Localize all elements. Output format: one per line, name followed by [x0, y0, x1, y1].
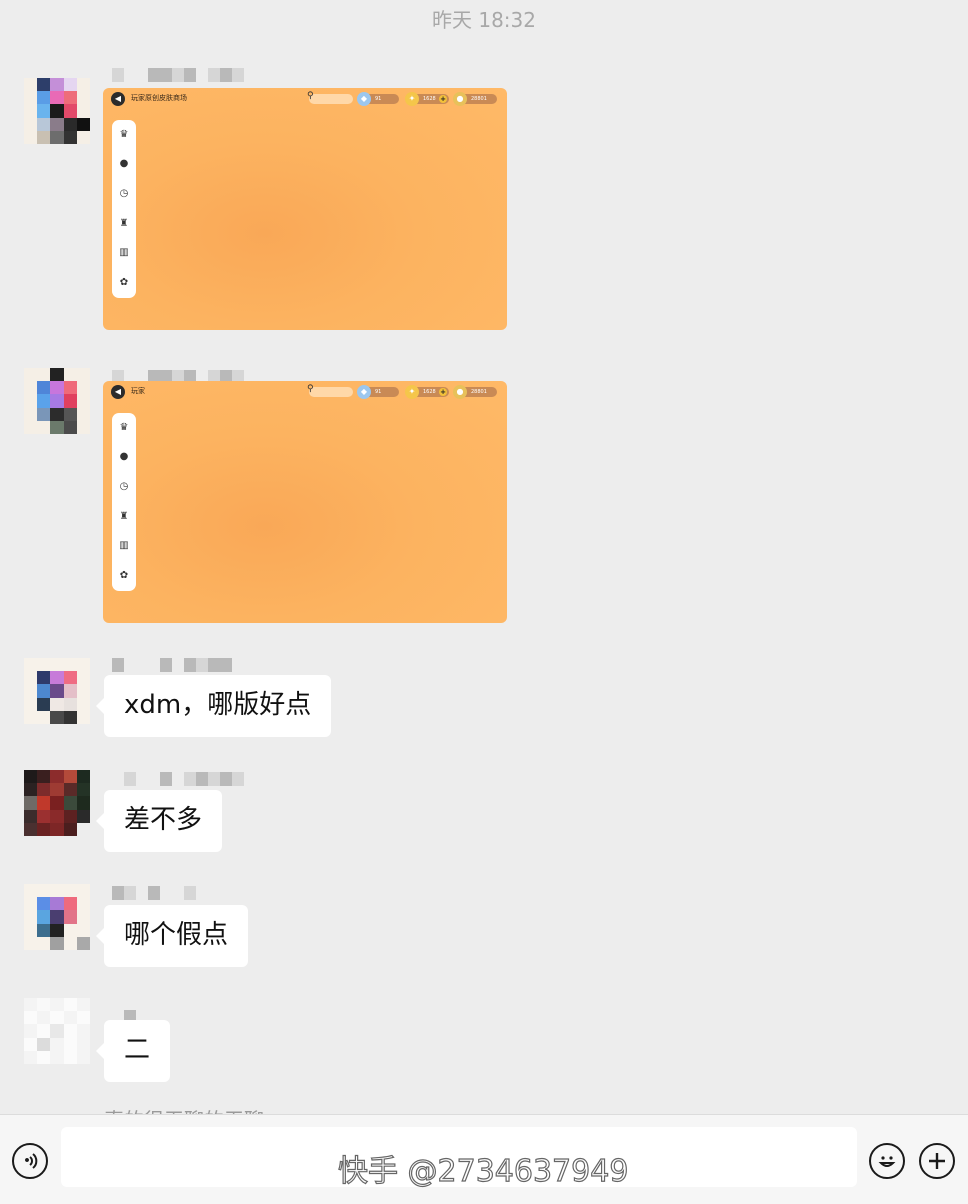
voice-icon[interactable] — [12, 1143, 48, 1179]
bottle-icon: ♜ — [119, 510, 129, 522]
currency-a-value: 91 — [375, 389, 382, 395]
bomb-icon: ● — [119, 451, 129, 463]
token-icon: ● — [453, 92, 467, 106]
gift-icon: ♛ — [119, 128, 129, 140]
game-topbar: ◀ 玩家原创皮肤商场 ⚲ ◆ 91 ✦ 1628 + ● 28801 — [109, 91, 497, 106]
cage-icon: ▥ — [119, 540, 129, 552]
search-icon: ⚲ — [307, 91, 314, 101]
avatar[interactable] — [24, 998, 90, 1064]
candy-icon: ✿ — [119, 277, 129, 289]
candy-icon: ✿ — [119, 570, 129, 582]
bomb-icon: ● — [119, 158, 129, 170]
gift-icon: ♛ — [119, 421, 129, 433]
sender-name — [112, 772, 244, 790]
sender-name — [112, 658, 244, 676]
message-bubble[interactable]: 差不多 — [95, 790, 223, 852]
currency-c-value: 28801 — [471, 96, 487, 102]
coin-icon: ✦ — [405, 385, 419, 399]
currency-c-value: 28801 — [471, 389, 487, 395]
currency-b-value: 1628 — [423, 96, 436, 102]
emoji-icon[interactable] — [869, 1143, 905, 1179]
sender-name — [112, 68, 244, 86]
game-search-box: ⚲ — [307, 384, 353, 397]
currency-pill-c: ● 28801 — [453, 92, 497, 106]
chat-timestamp: 昨天 18:32 — [432, 8, 536, 32]
avatar[interactable] — [24, 368, 90, 434]
game-screenshot-image[interactable]: ◀ 玩家原创皮肤商场 ⚲ ◆ 91 ✦ 1628 + ● 28801 ♛ ● ◷ ♜ ▥… — [103, 88, 507, 330]
currency-pill-b: ✦ 1628 + — [405, 92, 449, 106]
game-title: 玩家原创皮肤商场 — [131, 94, 187, 102]
currency-a-value: 91 — [375, 96, 382, 102]
currency-b-value: 1628 — [423, 389, 436, 395]
token-icon: ● — [453, 385, 467, 399]
clock-icon: ◷ — [119, 481, 129, 493]
avatar[interactable] — [24, 884, 90, 950]
clock-icon: ◷ — [119, 188, 129, 200]
game-sidebar: ♛ ● ◷ ♜ ▥ ✿ — [112, 120, 136, 298]
search-icon: ⚲ — [307, 384, 314, 394]
coin-icon: ✦ — [405, 92, 419, 106]
game-topbar: ◀ 玩家 ⚲ ◆ 91 ✦ 1628 + ● 28801 — [109, 384, 497, 399]
back-arrow-icon: ◀ — [111, 385, 125, 399]
game-screenshot-image[interactable]: ◀ 玩家 ⚲ ◆ 91 ✦ 1628 + ● 28801 ♛ ● ◷ ♜ ▥ ✿ — [103, 381, 507, 623]
sender-name — [112, 886, 196, 904]
watermark-text: 快手 @2734637949 — [337, 1153, 629, 1189]
gem-icon: ◆ — [357, 92, 371, 106]
currency-pill-b: ✦ 1628 + — [405, 385, 449, 399]
message-bubble[interactable]: 哪个假点 — [95, 905, 249, 967]
game-search-box: ⚲ — [307, 91, 353, 104]
message-bubble[interactable]: 二 — [95, 1020, 171, 1082]
bottle-icon: ♜ — [119, 217, 129, 229]
currency-pill-a: ◆ 91 — [357, 92, 399, 106]
game-title: 玩家 — [131, 387, 145, 395]
avatar[interactable] — [24, 78, 90, 144]
currency-pill-a: ◆ 91 — [357, 385, 399, 399]
avatar[interactable] — [24, 658, 90, 724]
game-sidebar: ♛ ● ◷ ♜ ▥ ✿ — [112, 413, 136, 591]
gem-icon: ◆ — [357, 385, 371, 399]
message-bubble[interactable]: xdm，哪版好点 — [95, 675, 332, 737]
add-icon: + — [439, 95, 447, 103]
avatar[interactable] — [24, 770, 90, 836]
add-icon: + — [439, 388, 447, 396]
back-arrow-icon: ◀ — [111, 92, 125, 106]
plus-icon[interactable] — [919, 1143, 955, 1179]
currency-pill-c: ● 28801 — [453, 385, 497, 399]
cage-icon: ▥ — [119, 247, 129, 259]
